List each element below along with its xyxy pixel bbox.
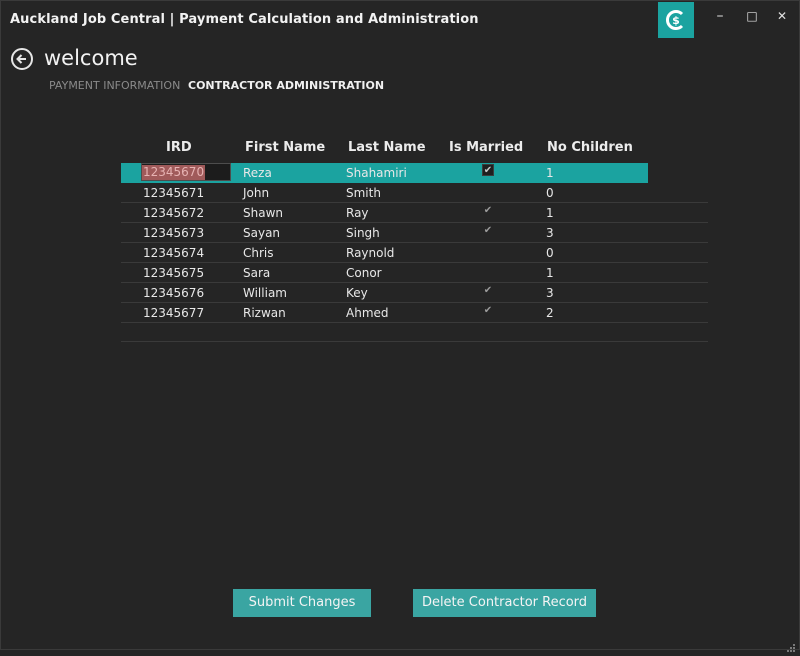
- tab-contractor-administration[interactable]: CONTRACTOR ADMINISTRATION: [188, 79, 384, 92]
- last-name-cell[interactable]: Singh: [346, 226, 380, 240]
- first-name-cell[interactable]: John: [243, 186, 269, 200]
- last-name-cell[interactable]: Ray: [346, 206, 369, 220]
- married-checkbox[interactable]: [482, 245, 494, 257]
- new-row-placeholder[interactable]: [121, 322, 708, 342]
- submit-changes-button[interactable]: Submit Changes: [233, 589, 371, 617]
- tab-payment-information[interactable]: PAYMENT INFORMATION: [49, 79, 180, 92]
- ird-cell[interactable]: 12345672: [143, 206, 204, 220]
- last-name-cell[interactable]: Key: [346, 286, 368, 300]
- close-button[interactable]: ✕: [771, 7, 793, 25]
- married-checkbox[interactable]: ✔: [482, 305, 494, 317]
- column-header-first-name[interactable]: First Name: [245, 140, 325, 155]
- ird-edit-field[interactable]: 12345670: [141, 163, 231, 181]
- last-name-cell[interactable]: Raynold: [346, 246, 394, 260]
- first-name-cell[interactable]: Rizwan: [243, 306, 286, 320]
- children-cell[interactable]: 2: [546, 306, 554, 320]
- married-checkbox[interactable]: ✔: [482, 164, 494, 176]
- ird-selected-text: 12345670: [142, 165, 206, 180]
- page-title: welcome: [44, 46, 138, 70]
- ird-cell[interactable]: 12345675: [143, 266, 204, 280]
- back-arrow-icon[interactable]: [11, 48, 33, 70]
- resize-grip-icon[interactable]: [787, 637, 795, 652]
- table-row[interactable]: 12345677 Rizwan Ahmed ✔ 2: [121, 303, 708, 323]
- children-cell[interactable]: 1: [546, 166, 554, 180]
- maximize-button[interactable]: □: [741, 7, 763, 25]
- table-row[interactable]: 12345671 John Smith 0: [121, 183, 708, 203]
- title-bar[interactable]: Auckland Job Central | Payment Calculati…: [1, 1, 799, 38]
- table-row[interactable]: 12345674 Chris Raynold 0: [121, 243, 708, 263]
- ird-cell[interactable]: 12345673: [143, 226, 204, 240]
- column-header-ird[interactable]: IRD: [166, 140, 192, 155]
- column-header-last-name[interactable]: Last Name: [348, 140, 426, 155]
- first-name-cell[interactable]: Chris: [243, 246, 274, 260]
- table-row[interactable]: 12345673 Sayan Singh ✔ 3: [121, 223, 708, 243]
- ird-cell[interactable]: 12345677: [143, 306, 204, 320]
- app-window: Auckland Job Central | Payment Calculati…: [0, 0, 800, 652]
- ird-cell[interactable]: 12345671: [143, 186, 204, 200]
- table-row[interactable]: 12345675 Sara Conor 1: [121, 263, 708, 283]
- first-name-cell[interactable]: William: [243, 286, 287, 300]
- column-header-is-married[interactable]: Is Married: [449, 140, 523, 155]
- children-cell[interactable]: 0: [546, 246, 554, 260]
- children-cell[interactable]: 3: [546, 286, 554, 300]
- first-name-cell[interactable]: Sayan: [243, 226, 280, 240]
- married-checkbox[interactable]: ✔: [482, 285, 494, 297]
- ird-cell[interactable]: 12345674: [143, 246, 204, 260]
- first-name-cell[interactable]: Sara: [243, 266, 270, 280]
- children-cell[interactable]: 1: [546, 206, 554, 220]
- married-checkbox[interactable]: ✔: [482, 225, 494, 237]
- last-name-cell[interactable]: Ahmed: [346, 306, 389, 320]
- table-row[interactable]: 12345672 Shawn Ray ✔ 1: [121, 203, 708, 223]
- last-name-cell[interactable]: Conor: [346, 266, 382, 280]
- window-title: Auckland Job Central | Payment Calculati…: [10, 12, 479, 27]
- first-name-cell[interactable]: Shawn: [243, 206, 283, 220]
- svg-text:$: $: [672, 14, 680, 27]
- dollar-circle-icon: $: [658, 2, 694, 38]
- children-cell[interactable]: 3: [546, 226, 554, 240]
- married-checkbox[interactable]: ✔: [482, 205, 494, 217]
- table-row[interactable]: 12345670 Reza Shahamiri ✔ 1: [121, 163, 648, 183]
- married-checkbox[interactable]: [482, 265, 494, 277]
- delete-contractor-button[interactable]: Delete Contractor Record: [413, 589, 596, 617]
- children-cell[interactable]: 0: [546, 186, 554, 200]
- ird-cell[interactable]: 12345676: [143, 286, 204, 300]
- married-checkbox[interactable]: [482, 185, 494, 197]
- last-name-cell[interactable]: Shahamiri: [346, 166, 407, 180]
- children-cell[interactable]: 1: [546, 266, 554, 280]
- last-name-cell[interactable]: Smith: [346, 186, 381, 200]
- first-name-cell[interactable]: Reza: [243, 166, 272, 180]
- table-row[interactable]: 12345676 William Key ✔ 3: [121, 283, 708, 303]
- column-header-no-children[interactable]: No Children: [547, 140, 633, 155]
- minimize-button[interactable]: –: [709, 7, 731, 25]
